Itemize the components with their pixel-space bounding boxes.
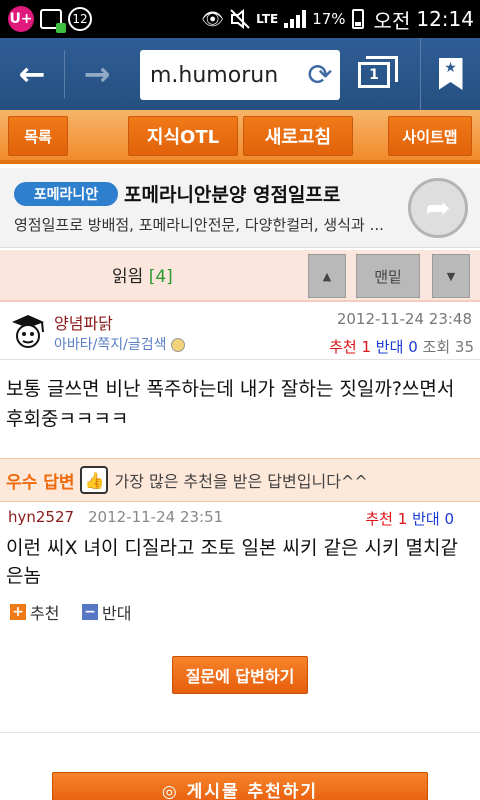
- post-views-count: 35: [454, 338, 474, 356]
- tabs-button[interactable]: 1: [352, 54, 408, 94]
- best-answer-description: 가장 많은 추천을 받은 답변입니다^^: [114, 472, 368, 491]
- reload-button[interactable]: ⟳: [300, 55, 340, 95]
- ad-badge: 포메라니안: [14, 182, 118, 206]
- minus-icon: −: [82, 604, 98, 620]
- arrow-right-icon: →: [83, 55, 111, 93]
- author-links[interactable]: 아바타/쪽지/글검색: [54, 334, 185, 354]
- sitemap-button[interactable]: 사이트맵: [388, 116, 472, 156]
- forward-button[interactable]: →: [65, 38, 129, 110]
- message-icon: [40, 9, 66, 33]
- reload-icon: ⟳: [307, 57, 333, 93]
- write-answer-button[interactable]: 질문에 답변하기: [172, 656, 308, 694]
- answer-oppose-label: 반대: [412, 510, 440, 528]
- recommend-post-button[interactable]: ◎ 게시물 추천하기: [52, 772, 428, 800]
- answer-stats: 추천 1 반대 0: [365, 508, 454, 529]
- tab-count: 1: [358, 62, 390, 88]
- avatar[interactable]: [8, 312, 48, 352]
- read-bar: 읽읨 [4] ▲ 맨밑 ▼: [0, 250, 480, 302]
- scroll-down-button[interactable]: ▼: [432, 254, 470, 298]
- section-divider: [0, 732, 480, 733]
- signal-icon: [284, 10, 307, 28]
- section-title-button[interactable]: 지식OTL: [128, 116, 238, 156]
- post-views-label: 조회: [422, 338, 451, 356]
- battery-percent: 17%: [312, 10, 346, 28]
- clock-ampm: 오전: [373, 8, 411, 33]
- site-nav-bar: 목록 지식OTL 새로고침 사이트맵: [0, 110, 480, 164]
- read-number: [4]: [148, 267, 173, 287]
- post-recommend-count: 1: [361, 338, 372, 356]
- network-type: LTE: [256, 12, 279, 26]
- read-count: 읽읨 [4]: [112, 262, 173, 287]
- arrow-left-icon: ←: [18, 55, 46, 93]
- post-author[interactable]: 양념파닭: [54, 310, 113, 334]
- ad-go-button[interactable]: ➦: [408, 178, 468, 238]
- triangle-up-icon: ▲: [322, 269, 332, 283]
- answer-header: hyn2527 2012-11-24 23:51 추천 1 반대 0: [0, 506, 480, 528]
- ad-subtitle: 영점일프로 방배점, 포메라니안전문, 다양한컬러, 생식과 ...: [14, 216, 384, 234]
- battery-icon: [351, 9, 364, 29]
- share-arrow-icon: ➦: [425, 190, 451, 226]
- post-date: 2012-11-24 23:48: [336, 310, 472, 328]
- ad-title: 포메라니안분양 영점일프로: [124, 184, 341, 206]
- read-label: 읽읨: [112, 267, 144, 287]
- carrier-icon: U+: [8, 6, 34, 32]
- scroll-up-button[interactable]: ▲: [308, 254, 346, 298]
- bookmark-button[interactable]: ★: [420, 38, 480, 110]
- ad-banner[interactable]: 포메라니안 포메라니안분양 영점일프로 영점일프로 방배점, 포메라니안전문, …: [0, 168, 480, 248]
- level-badge-icon: [170, 338, 185, 352]
- thumbs-up-icon: 👍: [80, 466, 109, 494]
- post-oppose-count: 0: [408, 338, 418, 356]
- answer-recommend-count: 1: [397, 510, 408, 528]
- answer-upvote-label: 추천: [30, 604, 60, 623]
- address-bar[interactable]: m.humorun ⟳: [140, 50, 340, 100]
- smart-stay-eye-icon: 👁: [201, 8, 225, 30]
- plus-icon: +: [10, 604, 26, 620]
- answer-downvote-button[interactable]: − 반대: [82, 600, 131, 624]
- answer-body: 이런 씨X 녀이 디질라고 조토 일본 씨키 같은 시키 멸치같은놈: [6, 537, 458, 587]
- status-bar: U+ 12 👁 LTE 17% 오전 12:14: [0, 0, 480, 38]
- post-header: 양념파닭 아바타/쪽지/글검색 2012-11-24 23:48 추천 1 반대…: [0, 304, 480, 360]
- list-button[interactable]: 목록: [8, 116, 68, 156]
- mute-icon: [230, 9, 250, 29]
- clock-time: 12:14: [416, 7, 474, 31]
- post-recommend-label: 추천: [329, 338, 357, 356]
- browser-toolbar: ← → m.humorun ⟳ 1 ★: [0, 38, 480, 110]
- scroll-bottom-button[interactable]: 맨밑: [356, 254, 420, 298]
- answer-upvote-button[interactable]: + 추천: [10, 600, 59, 624]
- answer-oppose-count: 0: [444, 510, 454, 528]
- author-links-text[interactable]: 아바타/쪽지/글검색: [54, 337, 166, 353]
- post-stats: 추천 1 반대 0 조회 35: [329, 336, 474, 357]
- back-button[interactable]: ←: [0, 38, 64, 110]
- post-oppose-label: 반대: [375, 338, 404, 356]
- best-answer-bar: 우수 답변 👍 가장 많은 추천을 받은 답변입니다^^: [0, 458, 480, 502]
- url-text[interactable]: m.humorun: [150, 63, 300, 88]
- answer-date: 2012-11-24 23:51: [88, 508, 224, 526]
- best-answer-label: 우수 답변: [6, 472, 75, 493]
- answer-author[interactable]: hyn2527: [8, 508, 74, 526]
- notification-count-icon: 12: [68, 7, 92, 31]
- post-body: 보통 글쓰면 비난 폭주하는데 내가 잘하는 짓일까?쓰면서 후회중ㅋㅋㅋㅋ: [6, 378, 455, 430]
- bookmark-star-icon: ★: [438, 58, 463, 90]
- triangle-down-icon: ▼: [446, 269, 456, 283]
- answer-recommend-label: 추천: [365, 510, 393, 528]
- answer-downvote-label: 반대: [102, 604, 132, 623]
- refresh-button[interactable]: 새로고침: [243, 116, 353, 156]
